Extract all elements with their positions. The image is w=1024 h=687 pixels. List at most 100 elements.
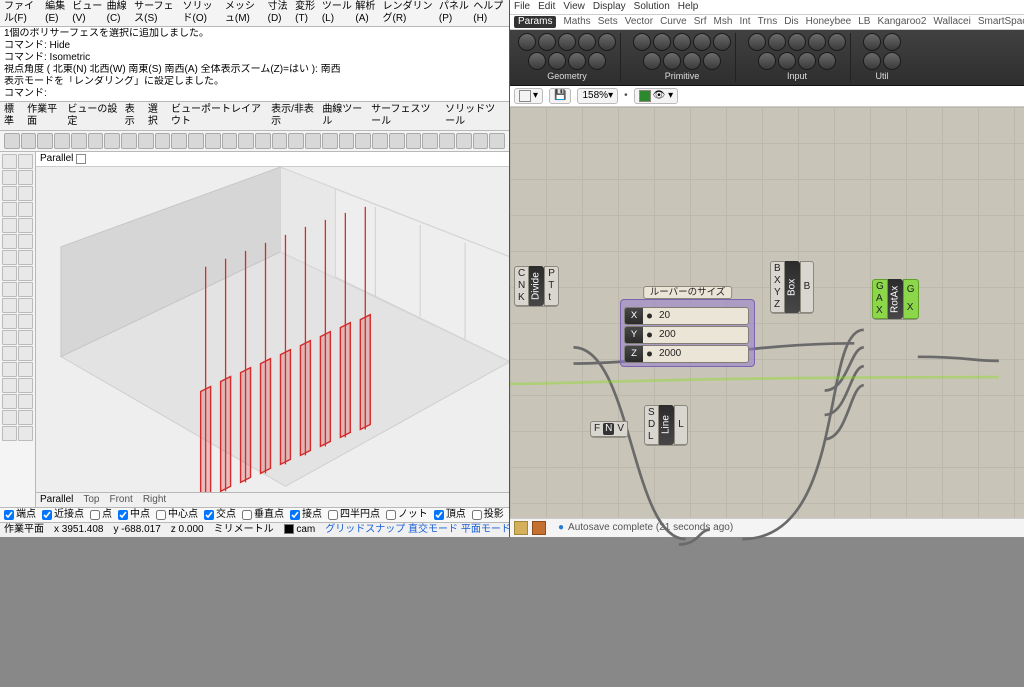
rhino-menu-item[interactable]: 変形(T) xyxy=(295,1,319,25)
viewport-tab[interactable]: Front xyxy=(109,494,132,506)
gh-menu-item[interactable]: Edit xyxy=(538,1,555,13)
gh-menu-item[interactable]: File xyxy=(514,1,530,13)
gh-component-icon[interactable] xyxy=(528,52,546,70)
tool-icon[interactable] xyxy=(2,154,17,169)
toolbar-icon[interactable] xyxy=(222,133,238,149)
gh-component-icon[interactable] xyxy=(883,33,901,51)
status-layer[interactable]: cam xyxy=(284,524,316,536)
osnap-投影[interactable]: 投影 xyxy=(472,509,504,521)
gh-component-icon[interactable] xyxy=(643,52,661,70)
gh-tab-Params[interactable]: Params xyxy=(514,16,556,28)
toolbar-icon[interactable] xyxy=(21,133,37,149)
gh-tab-SmartSpaceAnalyser[interactable]: SmartSpaceAnalyser xyxy=(978,16,1024,28)
osnap-交点[interactable]: 交点 xyxy=(204,509,236,521)
rhino-menu-item[interactable]: ソリッド(O) xyxy=(182,1,221,25)
tool-icon[interactable] xyxy=(18,266,33,281)
gh-component-icon[interactable] xyxy=(768,33,786,51)
toolbar-icon[interactable] xyxy=(406,133,422,149)
gh-component-icon[interactable] xyxy=(703,52,721,70)
toolbar-icon[interactable] xyxy=(54,133,70,149)
tool-icon[interactable] xyxy=(18,170,33,185)
rhino-menu-item[interactable]: 寸法(D) xyxy=(268,1,293,25)
tool-icon[interactable] xyxy=(2,330,17,345)
tool-icon[interactable] xyxy=(2,186,17,201)
save-button[interactable]: 💾 xyxy=(549,88,571,104)
tool-icon[interactable] xyxy=(18,282,33,297)
rhino-viewport[interactable] xyxy=(36,167,509,492)
gh-menu-item[interactable]: Display xyxy=(593,1,626,13)
gh-component-icon[interactable] xyxy=(538,33,556,51)
toolbar-icon[interactable] xyxy=(88,133,104,149)
tool-icon[interactable] xyxy=(2,170,17,185)
tool-icon[interactable] xyxy=(18,202,33,217)
rhino-tab[interactable]: 標準 xyxy=(4,104,21,128)
osnap-頂点[interactable]: 頂点 xyxy=(434,509,466,521)
toolbar-icon[interactable] xyxy=(473,133,489,149)
gh-component-icon[interactable] xyxy=(798,52,816,70)
toolbar-icon[interactable] xyxy=(456,133,472,149)
toolbar-icon[interactable] xyxy=(355,133,371,149)
toolbar-icon[interactable] xyxy=(155,133,171,149)
toolbar-icon[interactable] xyxy=(339,133,355,149)
gh-node-divide[interactable]: C N K Divide P T t xyxy=(514,266,559,306)
rhino-menu-item[interactable]: サーフェス(S) xyxy=(134,1,179,25)
gh-tab-Msh[interactable]: Msh xyxy=(714,16,733,28)
gh-node-box[interactable]: B X Y Z Box B xyxy=(770,261,814,313)
gh-component-icon[interactable] xyxy=(758,52,776,70)
tool-icon[interactable] xyxy=(2,362,17,377)
tool-icon[interactable] xyxy=(18,218,33,233)
toolbar-icon[interactable] xyxy=(288,133,304,149)
gh-tab-Maths[interactable]: Maths xyxy=(563,16,590,28)
tool-icon[interactable] xyxy=(18,394,33,409)
gh-node-line[interactable]: S D L Line L xyxy=(644,405,688,445)
rhino-tab[interactable]: ソリッドツール xyxy=(445,104,505,128)
tool-icon[interactable] xyxy=(2,250,17,265)
open-file-button[interactable]: ▾ xyxy=(514,88,543,104)
toolbar-icon[interactable] xyxy=(104,133,120,149)
tool-icon[interactable] xyxy=(2,202,17,217)
gh-component-icon[interactable] xyxy=(828,33,846,51)
gh-component-icon[interactable] xyxy=(663,52,681,70)
gh-slider-y[interactable]: Y 200 xyxy=(624,326,749,344)
gh-tab-Dis[interactable]: Dis xyxy=(784,16,798,28)
gh-status-icon-2[interactable] xyxy=(532,521,546,535)
gh-component-icon[interactable] xyxy=(883,52,901,70)
gh-component-icon[interactable] xyxy=(598,33,616,51)
gh-component-icon[interactable] xyxy=(653,33,671,51)
gh-component-icon[interactable] xyxy=(588,52,606,70)
gh-component-icon[interactable] xyxy=(548,52,566,70)
toolbar-icon[interactable] xyxy=(439,133,455,149)
tool-icon[interactable] xyxy=(18,330,33,345)
rhino-menu-item[interactable]: ツール(L) xyxy=(322,1,353,25)
tool-icon[interactable] xyxy=(18,426,33,441)
gh-tab-Wallacei[interactable]: Wallacei xyxy=(933,16,970,28)
toolbar-icon[interactable] xyxy=(71,133,87,149)
tool-icon[interactable] xyxy=(18,154,33,169)
tool-icon[interactable] xyxy=(2,410,17,425)
rhino-menu-item[interactable]: ヘルプ(H) xyxy=(473,1,505,25)
toolbar-icon[interactable] xyxy=(489,133,505,149)
gh-component-icon[interactable] xyxy=(778,52,796,70)
rhino-tab[interactable]: 作業平面 xyxy=(27,104,61,128)
toolbar-icon[interactable] xyxy=(272,133,288,149)
gh-tab-Kangaroo2[interactable]: Kangaroo2 xyxy=(877,16,926,28)
rhino-menu-item[interactable]: レンダリング(R) xyxy=(382,1,435,25)
rhino-menu-item[interactable]: ファイル(F) xyxy=(4,1,42,25)
toolbar-icon[interactable] xyxy=(205,133,221,149)
toolbar-icon[interactable] xyxy=(389,133,405,149)
toolbar-icon[interactable] xyxy=(422,133,438,149)
rhino-menu-item[interactable]: 解析(A) xyxy=(355,1,379,25)
toolbar-icon[interactable] xyxy=(4,133,20,149)
osnap-中点[interactable]: 中点 xyxy=(118,509,150,521)
gh-canvas[interactable]: C N K Divide P T t F N V xyxy=(510,107,1024,518)
gh-tab-Int[interactable]: Int xyxy=(739,16,750,28)
rhino-menu-item[interactable]: ビュー(V) xyxy=(72,1,103,25)
gh-component-icon[interactable] xyxy=(673,33,691,51)
osnap-点[interactable]: 点 xyxy=(90,509,112,521)
tool-icon[interactable] xyxy=(2,218,17,233)
rhino-tab[interactable]: サーフェスツール xyxy=(371,104,439,128)
gh-tab-Curve[interactable]: Curve xyxy=(660,16,687,28)
gh-component-icon[interactable] xyxy=(568,52,586,70)
toolbar-icon[interactable] xyxy=(121,133,137,149)
tool-icon[interactable] xyxy=(2,282,17,297)
